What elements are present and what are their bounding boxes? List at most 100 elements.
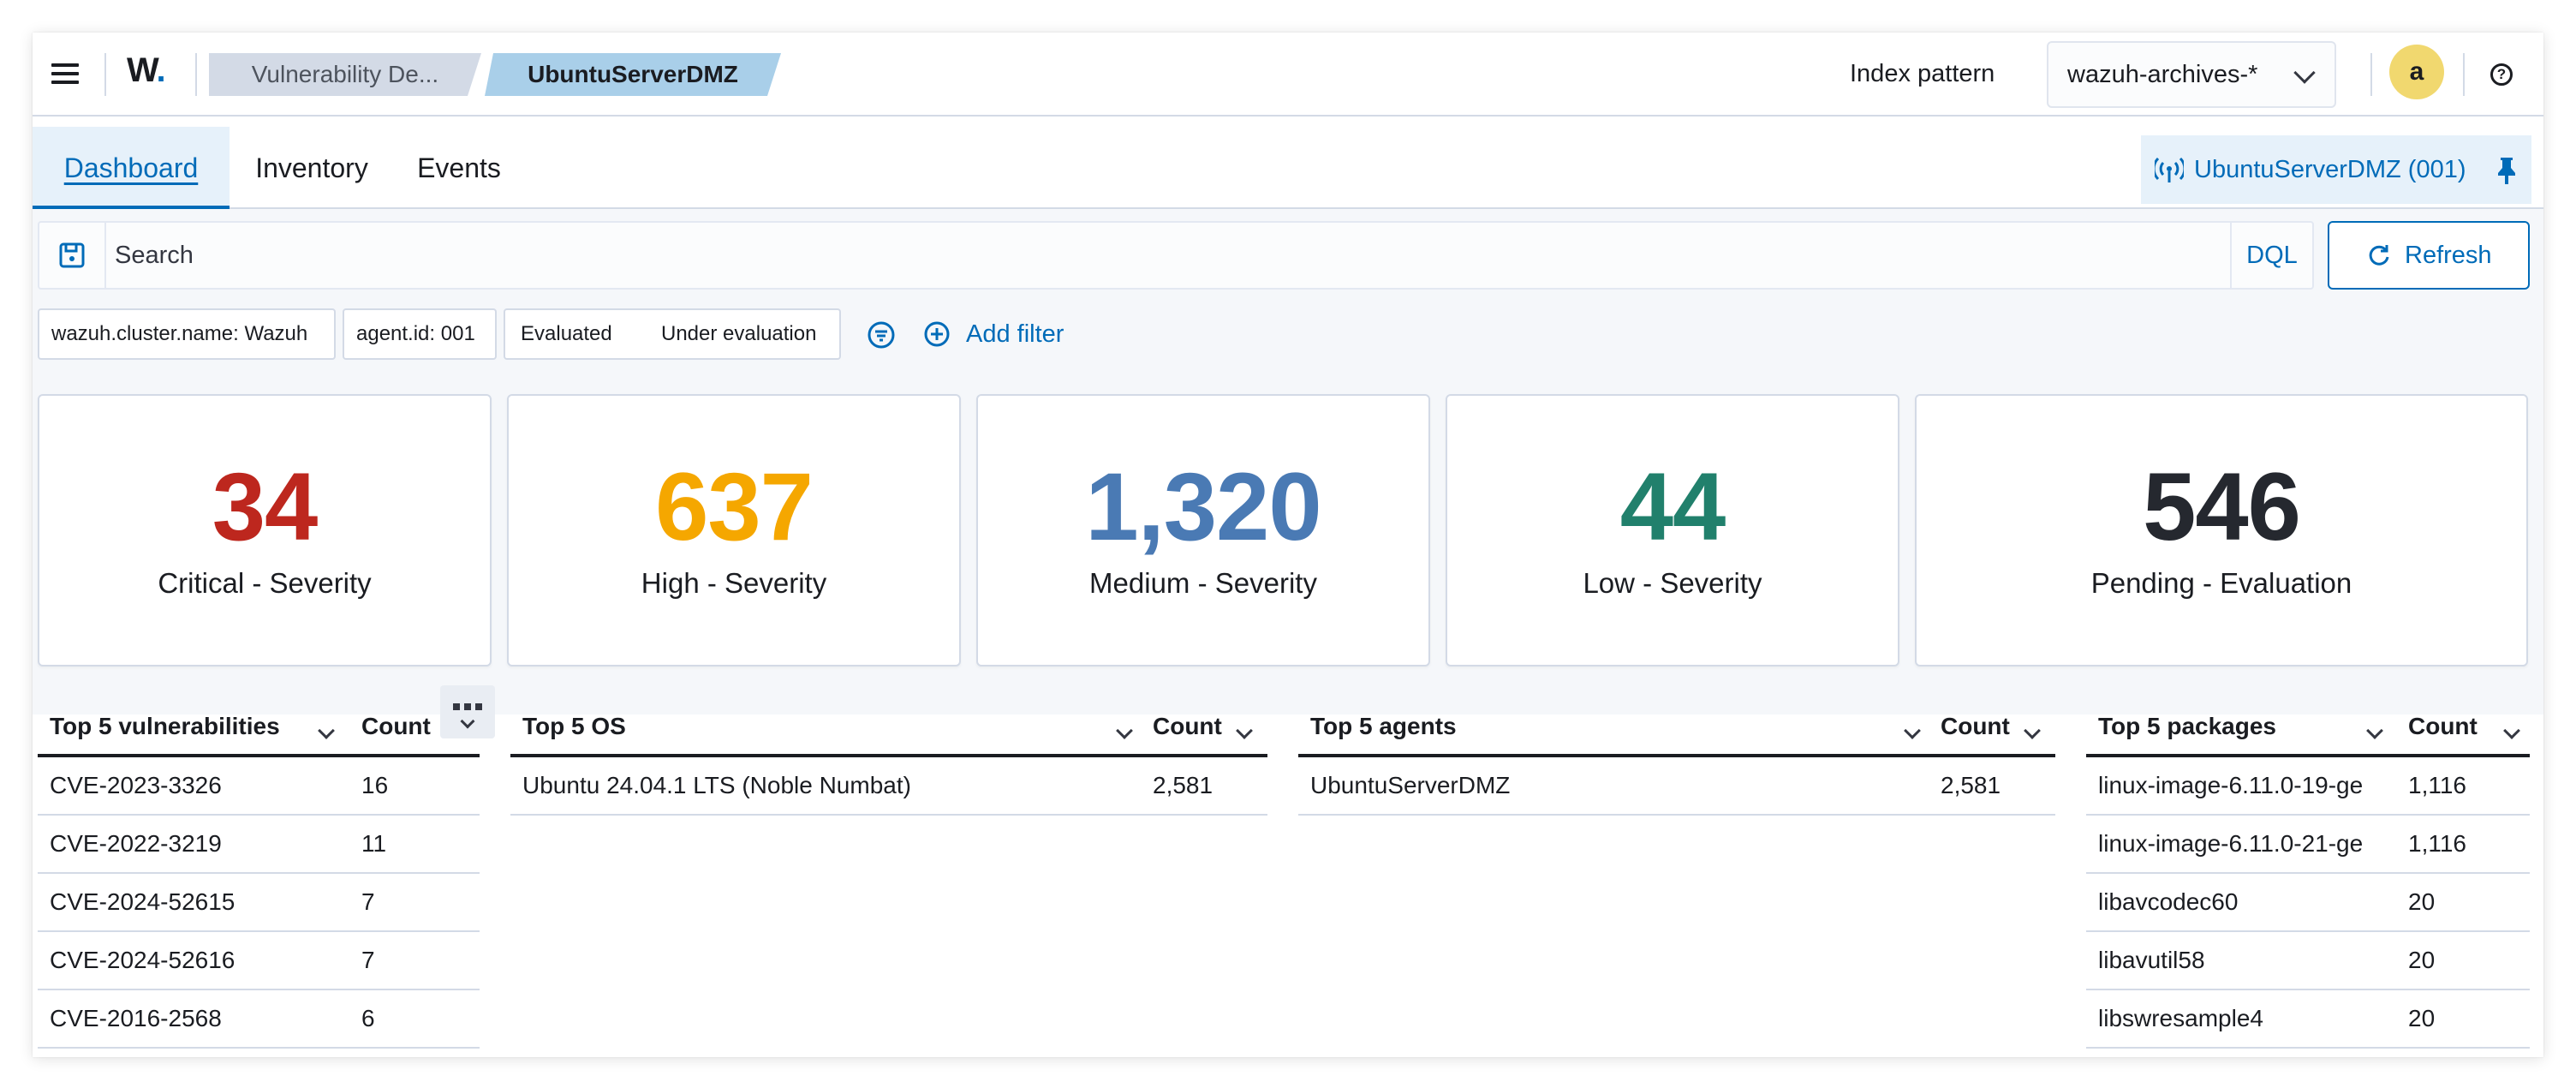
table-row[interactable]: CVE-2022-3219 11 [38,816,480,874]
chevron-down-icon[interactable] [2024,722,2041,739]
search-bar: DQL [38,221,2314,290]
chevron-down-icon[interactable] [318,722,335,739]
dql-language-toggle[interactable]: DQL [2230,223,2312,288]
column-header-term[interactable]: Top 5 vulnerabilities [50,699,280,754]
filter-pill-agent-id[interactable]: agent.id: 001 [343,308,497,360]
filter-option-evaluated[interactable]: Evaluated [521,310,612,358]
add-filter-label: Add filter [966,320,1064,348]
table-header: Top 5 vulnerabilities Count [38,699,480,757]
header-divider [104,53,106,96]
pin-icon[interactable] [2494,156,2519,185]
filter-pill-status[interactable]: Evaluated Under evaluation [504,308,841,360]
pinned-agent-badge[interactable]: UbuntuServerDMZ (001) [2141,135,2531,204]
table-row[interactable]: Ubuntu 24.04.1 LTS (Noble Numbat) 2,581 [510,757,1267,816]
filter-pill-cluster[interactable]: wazuh.cluster.name: Wazuh [38,308,336,360]
table-row[interactable]: CVE-2024-52615 7 [38,874,480,932]
cell-count: 7 [361,888,375,915]
table-row[interactable]: CVE-2016-2568 6 [38,990,480,1049]
metric-card-low[interactable]: 44 Low - Severity [1446,394,1899,667]
header-divider [195,53,197,96]
cell-count: 20 [2408,888,2436,915]
search-input[interactable] [115,223,2256,288]
filter-option-under-evaluation[interactable]: Under evaluation [661,310,816,358]
chevron-down-icon[interactable] [1904,722,1921,739]
cell-term[interactable]: Ubuntu 24.04.1 LTS (Noble Numbat) [522,757,1144,814]
chevron-down-icon[interactable] [2503,722,2520,739]
help-icon[interactable]: ? [2490,63,2513,86]
column-header-term[interactable]: Top 5 agents [1310,699,1457,754]
table-top-agents: Top 5 agents Count UbuntuServerDMZ 2,581 [1298,699,2055,816]
metric-value: 1,320 [1085,453,1321,560]
table-row[interactable]: libavutil58 20 [2086,932,2530,990]
table-row[interactable]: libavcodec60 20 [2086,874,2530,932]
index-pattern-select[interactable]: wazuh-archives-* [2047,41,2336,108]
breadcrumb-vulnerability-detection[interactable]: Vulnerability De... [209,53,481,96]
table-row[interactable]: linux-image-6.11.0-19-ge 1,116 [2086,757,2530,816]
cell-count: 2,581 [1941,772,2001,798]
refresh-label: Refresh [2405,242,2492,269]
cell-term[interactable]: linux-image-6.11.0-19-ge [2098,757,2400,814]
metric-card-critical[interactable]: 34 Critical - Severity [38,394,492,667]
chevron-down-icon[interactable] [2366,722,2383,739]
table-top-os: Top 5 OS Count Ubuntu 24.04.1 LTS (Noble N… [510,699,1267,816]
tab-dashboard[interactable]: Dashboard [33,127,230,209]
metric-label: High - Severity [641,567,827,599]
cell-term[interactable]: CVE-2024-52616 [50,932,353,989]
metric-label: Critical - Severity [158,567,372,599]
cell-term[interactable]: UbuntuServerDMZ [1310,757,1932,814]
breadcrumb-agent[interactable]: UbuntuServerDMZ [485,53,781,96]
metric-label: Low - Severity [1583,567,1762,599]
table-row[interactable]: CVE-2024-52616 7 [38,932,480,990]
chevron-down-icon[interactable] [1116,722,1133,739]
cell-count: 6 [361,1005,375,1031]
table-row[interactable]: UbuntuServerDMZ 2,581 [1298,757,2055,816]
table-row[interactable]: libswresample4 20 [2086,990,2530,1049]
metric-value: 44 [1619,453,1726,560]
column-header-count[interactable]: Count [1941,699,2010,754]
metric-card-pending[interactable]: 546 Pending - Evaluation [1915,394,2528,667]
cell-term[interactable]: libavcodec60 [2098,874,2400,930]
top-header: W. Vulnerability De... UbuntuServerDMZ I… [33,33,2543,117]
metric-card-high[interactable]: 637 High - Severity [507,394,961,667]
cell-term[interactable]: CVE-2023-3326 [50,757,353,814]
header-divider [2370,53,2372,96]
cell-count: 1,116 [2408,830,2466,857]
column-header-term[interactable]: Top 5 OS [522,699,626,754]
cell-term[interactable]: libswresample4 [2098,990,2400,1047]
user-avatar[interactable]: a [2389,45,2444,99]
cell-term[interactable]: CVE-2024-52615 [50,874,353,930]
cell-term[interactable]: CVE-2016-2568 [50,990,353,1047]
chevron-down-icon[interactable] [1236,722,1253,739]
index-pattern-value: wazuh-archives-* [2067,61,2258,88]
add-filter-button[interactable]: Add filter [923,315,1064,353]
table-top-vulnerabilities: Top 5 vulnerabilities Count CVE-2023-3326 1… [38,699,480,1049]
menu-icon[interactable] [50,58,80,89]
refresh-button[interactable]: Refresh [2328,221,2530,290]
cell-count: 1,116 [2408,772,2466,798]
saved-query-button[interactable] [39,223,106,288]
column-header-count[interactable]: Count [1153,699,1222,754]
table-row[interactable]: linux-image-6.11.0-21-ge 1,116 [2086,816,2530,874]
metric-value: 34 [212,453,319,560]
pinned-agent-label: UbuntuServerDMZ (001) [2194,156,2466,183]
column-header-term[interactable]: Top 5 packages [2098,699,2276,754]
column-header-count[interactable]: Count [361,699,431,754]
cell-term[interactable]: CVE-2022-3219 [50,816,353,872]
column-header-count[interactable]: Count [2408,699,2478,754]
wazuh-logo[interactable]: W. [127,51,166,90]
filter-options-icon[interactable] [867,320,896,350]
cell-count: 20 [2408,947,2436,973]
tab-events[interactable]: Events [396,127,522,209]
tab-inventory[interactable]: Inventory [242,127,382,209]
cell-count: 7 [361,947,375,973]
plus-circle-icon [924,321,950,347]
app-window: W. Vulnerability De... UbuntuServerDMZ I… [33,33,2543,1057]
index-pattern-label: Index pattern [1850,60,1995,87]
refresh-icon [2369,245,2389,266]
table-row[interactable]: CVE-2023-3326 16 [38,757,480,816]
metric-value: 637 [655,453,814,560]
cell-term[interactable]: linux-image-6.11.0-21-ge [2098,816,2400,872]
cell-term[interactable]: libavutil58 [2098,932,2400,989]
metric-label: Medium - Severity [1089,567,1317,599]
metric-card-medium[interactable]: 1,320 Medium - Severity [976,394,1430,667]
